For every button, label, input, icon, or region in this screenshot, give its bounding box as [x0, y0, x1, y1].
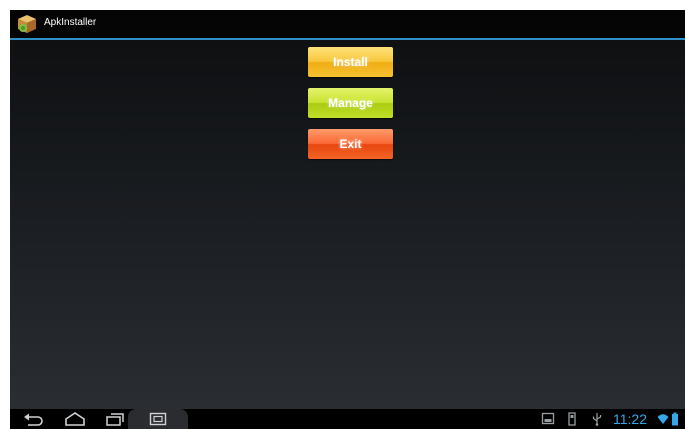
status-clock: 11:22	[613, 411, 647, 427]
back-icon[interactable]	[22, 411, 44, 427]
exit-button[interactable]: Exit	[308, 129, 393, 159]
screenshot-tab[interactable]	[128, 409, 188, 429]
home-icon[interactable]	[63, 411, 87, 427]
screenshot-icon	[149, 412, 167, 426]
sd-card-icon	[568, 412, 576, 426]
install-button[interactable]: Install	[308, 47, 393, 77]
recent-apps-icon[interactable]	[104, 411, 126, 427]
battery-icon	[672, 412, 678, 426]
manage-button[interactable]: Manage	[308, 88, 393, 118]
gallery-icon	[541, 412, 555, 425]
package-box-icon	[18, 15, 36, 33]
main-content: Install Manage Exit	[10, 40, 685, 409]
device-screen: ApkInstaller Install Manage Exit 11:22	[10, 10, 685, 429]
usb-icon	[592, 413, 602, 426]
action-bar: ApkInstaller	[10, 10, 685, 40]
system-navigation-bar: 11:22	[10, 409, 685, 429]
wifi-icon	[657, 414, 669, 424]
app-title: ApkInstaller	[44, 17, 97, 28]
